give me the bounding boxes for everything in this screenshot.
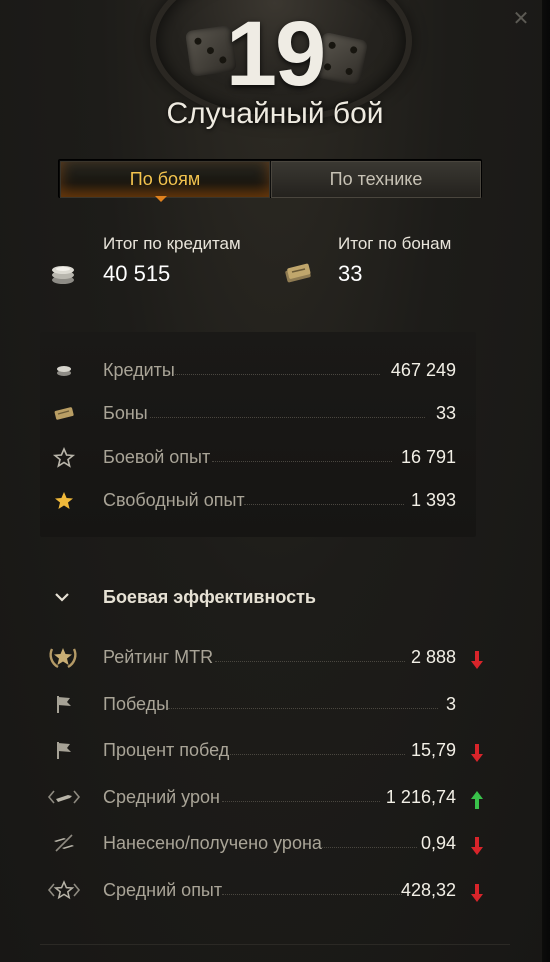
active-tab-indicator bbox=[155, 196, 167, 202]
efficiency-row-victories: Победы 3 bbox=[0, 692, 550, 716]
leader-dots bbox=[168, 708, 438, 709]
efficiency-value: 0,94 bbox=[420, 833, 456, 853]
victory-flag-icon bbox=[57, 742, 71, 759]
efficiency-row-win-rate: Процент побед 15,79 bbox=[0, 738, 550, 762]
resource-row-free-xp: Свободный опыт 1 393 bbox=[0, 488, 550, 512]
credits-coins-icon bbox=[57, 366, 71, 376]
leader-dots bbox=[212, 461, 392, 462]
trend-down-arrow-icon bbox=[471, 651, 483, 669]
close-icon[interactable]: ✕ bbox=[510, 8, 532, 30]
leader-dots bbox=[244, 504, 404, 505]
efficiency-label: Процент побед bbox=[103, 740, 230, 760]
bonds-icon bbox=[285, 263, 311, 283]
efficiency-row-damage-ratio: Нанесено/получено урона 0,94 bbox=[0, 831, 550, 855]
resource-value: 467 249 bbox=[390, 360, 456, 380]
star-outline-icon bbox=[52, 446, 76, 468]
credits-coins-icon bbox=[52, 266, 74, 284]
leader-dots bbox=[175, 374, 380, 375]
damage-ratio-icon bbox=[54, 834, 74, 852]
efficiency-label: Рейтинг MTR bbox=[103, 647, 214, 667]
tab-by-battles[interactable]: По боям bbox=[60, 161, 270, 198]
efficiency-label: Средний урон bbox=[103, 787, 220, 807]
resource-row-bonds: Боны 33 bbox=[0, 401, 550, 425]
efficiency-row-avg-xp: Средний опыт 428,32 bbox=[0, 878, 550, 902]
victory-flag-icon bbox=[57, 696, 71, 713]
efficiency-section-title[interactable]: Боевая эффективность bbox=[103, 585, 316, 609]
efficiency-label: Победы bbox=[103, 694, 170, 714]
resource-row-credits: Кредиты 467 249 bbox=[0, 358, 550, 382]
efficiency-value: 2 888 bbox=[410, 647, 456, 667]
trend-down-arrow-icon bbox=[471, 744, 483, 762]
efficiency-value: 1 216,74 bbox=[385, 787, 456, 807]
panel-divider bbox=[40, 944, 510, 945]
tab-bar: По боям По технике bbox=[58, 159, 482, 198]
trend-down-arrow-icon bbox=[471, 837, 483, 855]
trend-up-arrow-icon bbox=[471, 791, 483, 809]
tab-by-vehicles[interactable]: По технике bbox=[271, 161, 481, 198]
leader-dots bbox=[215, 661, 405, 662]
star-gold-icon bbox=[55, 492, 73, 509]
resource-value: 33 bbox=[435, 403, 456, 423]
rating-laurel-icon bbox=[49, 648, 77, 669]
resource-value: 1 393 bbox=[410, 490, 456, 510]
leader-dots bbox=[230, 754, 405, 755]
battle-mode-title: Случайный бой bbox=[166, 97, 384, 130]
resource-value: 16 791 bbox=[400, 447, 456, 467]
efficiency-row-mtr: Рейтинг MTR 2 888 bbox=[0, 645, 550, 669]
resource-label: Боевой опыт bbox=[103, 447, 211, 467]
efficiency-row-avg-damage: Средний урон 1 216,74 bbox=[0, 785, 550, 809]
efficiency-value: 428,32 bbox=[400, 880, 456, 900]
leader-dots bbox=[222, 801, 380, 802]
experience-star-icon bbox=[47, 880, 81, 900]
resource-label: Свободный опыт bbox=[103, 490, 245, 510]
credits-total-label: Итог по кредитам bbox=[103, 234, 241, 253]
damage-shell-icon bbox=[47, 790, 81, 804]
resource-label: Кредиты bbox=[103, 360, 175, 380]
leader-dots bbox=[150, 417, 425, 418]
trend-down-arrow-icon bbox=[471, 884, 483, 902]
bonds-total-label: Итог по бонам bbox=[338, 234, 452, 253]
bonds-total-value: 33 bbox=[338, 261, 363, 286]
battle-count: 19 bbox=[225, 3, 326, 105]
efficiency-label: Нанесено/получено урона bbox=[103, 833, 322, 853]
efficiency-value: 3 bbox=[445, 694, 456, 714]
efficiency-label: Средний опыт bbox=[103, 880, 223, 900]
efficiency-value: 15,79 bbox=[410, 740, 456, 760]
chevron-down-icon[interactable] bbox=[53, 590, 71, 604]
credits-total-value: 40 515 bbox=[103, 261, 171, 286]
bonds-icon bbox=[54, 407, 74, 420]
leader-dots bbox=[322, 847, 417, 848]
leader-dots bbox=[222, 894, 402, 895]
resource-row-combat-xp: Боевой опыт 16 791 bbox=[0, 445, 550, 469]
panel-edge bbox=[542, 0, 550, 962]
resource-label: Боны bbox=[103, 403, 148, 423]
